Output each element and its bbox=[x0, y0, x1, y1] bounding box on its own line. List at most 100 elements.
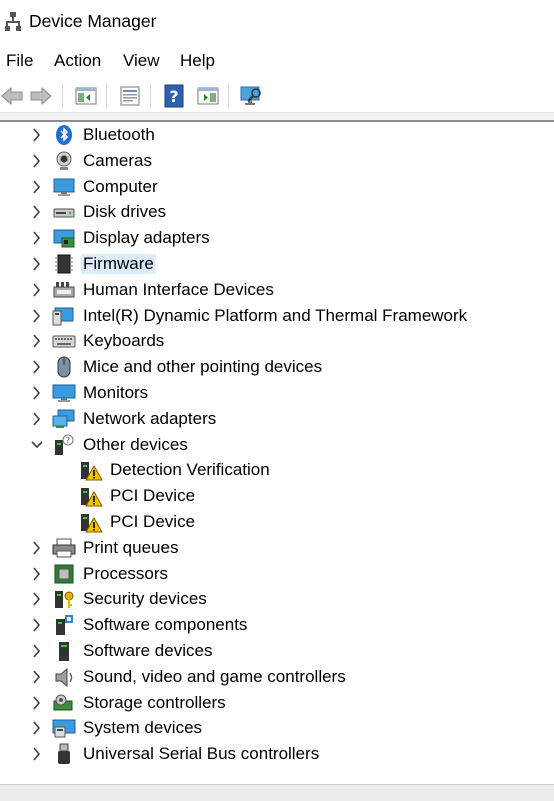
chevron-right-icon[interactable] bbox=[30, 307, 44, 325]
action-pane-button[interactable] bbox=[194, 82, 222, 110]
chevron-right-icon[interactable] bbox=[30, 719, 44, 737]
tree-category-item[interactable]: Monitors bbox=[0, 380, 554, 406]
printer-icon bbox=[52, 538, 76, 558]
forward-button[interactable] bbox=[27, 82, 55, 110]
chevron-right-icon[interactable] bbox=[30, 229, 44, 247]
show-hide-tree-button[interactable] bbox=[72, 82, 100, 110]
tree-item-label: PCI Device bbox=[110, 512, 196, 531]
forward-arrow-icon bbox=[30, 86, 52, 106]
mouse-icon bbox=[57, 356, 71, 378]
tree-item-label: Detection Verification bbox=[110, 460, 270, 479]
chevron-right-icon[interactable] bbox=[30, 565, 44, 583]
camera-icon bbox=[56, 151, 72, 170]
warning-device-icon bbox=[81, 488, 103, 507]
tree-category-item[interactable]: Firmware bbox=[0, 251, 554, 277]
intel-dptf-icon bbox=[52, 307, 74, 326]
tree-item-label: Monitors bbox=[83, 383, 149, 402]
toolbar-separator bbox=[150, 84, 151, 108]
tree-item-label: Print queues bbox=[83, 538, 179, 557]
menu-bar: File Action View Help bbox=[0, 48, 554, 76]
tree-category-item[interactable]: Network adapters bbox=[0, 406, 554, 432]
chevron-right-icon[interactable] bbox=[30, 203, 44, 221]
tree-item-label: Keyboards bbox=[83, 331, 165, 350]
chevron-right-icon[interactable] bbox=[30, 745, 44, 763]
tree-category-item[interactable]: Intel(R) Dynamic Platform and Thermal Fr… bbox=[0, 303, 554, 329]
status-bar bbox=[0, 784, 554, 801]
toolbar-separator bbox=[106, 84, 107, 108]
system-devices-icon bbox=[52, 719, 76, 738]
tree-category-item[interactable]: Computer bbox=[0, 174, 554, 200]
window-title: Device Manager bbox=[29, 11, 157, 31]
chevron-right-icon[interactable] bbox=[30, 255, 44, 273]
tree-category-item[interactable]: Disk drives bbox=[0, 199, 554, 225]
tree-category-item[interactable]: Sound, video and game controllers bbox=[0, 664, 554, 690]
scan-hardware-icon bbox=[240, 86, 261, 105]
chevron-right-icon[interactable] bbox=[30, 410, 44, 428]
monitor-icon bbox=[52, 384, 76, 402]
chevron-right-icon[interactable] bbox=[30, 642, 44, 660]
chevron-right-icon[interactable] bbox=[30, 539, 44, 557]
chevron-right-icon[interactable] bbox=[30, 694, 44, 712]
tree-item-label: Software devices bbox=[83, 641, 213, 660]
menu-action[interactable]: Action bbox=[54, 51, 101, 71]
chevron-right-icon[interactable] bbox=[30, 281, 44, 299]
tree-child-item[interactable]: Detection Verification bbox=[0, 457, 554, 483]
tree-category-item[interactable]: System devices bbox=[0, 715, 554, 741]
chevron-right-icon[interactable] bbox=[30, 358, 44, 376]
chevron-right-icon[interactable] bbox=[30, 152, 44, 170]
chevron-down-icon[interactable] bbox=[30, 436, 44, 454]
chevron-right-icon[interactable] bbox=[30, 332, 44, 350]
speaker-icon bbox=[55, 667, 73, 688]
tree-item-label: Storage controllers bbox=[83, 693, 226, 712]
tree-item-label: Cameras bbox=[83, 151, 152, 170]
tree-category-item[interactable]: Print queues bbox=[0, 535, 554, 561]
other-devices-icon: ? bbox=[55, 434, 74, 455]
tree-item-label: Sound, video and game controllers bbox=[83, 667, 346, 686]
tree-category-item[interactable]: Display adapters bbox=[0, 225, 554, 251]
computer-icon bbox=[53, 178, 75, 196]
tree-item-label: Other devices bbox=[83, 435, 188, 454]
tree-category-item[interactable]: Universal Serial Bus controllers bbox=[0, 741, 554, 767]
help-button[interactable]: ? bbox=[160, 82, 188, 110]
security-device-icon bbox=[55, 591, 74, 608]
tree-child-item[interactable]: PCI Device bbox=[0, 509, 554, 535]
menu-file[interactable]: File bbox=[6, 51, 33, 71]
usb-icon bbox=[58, 743, 70, 764]
scan-hardware-button[interactable] bbox=[238, 82, 266, 110]
tree-item-label: Processors bbox=[83, 564, 169, 583]
tree-category-item[interactable]: ? Other devices bbox=[0, 432, 554, 458]
tree-category-item[interactable]: Keyboards bbox=[0, 328, 554, 354]
chevron-right-icon[interactable] bbox=[30, 668, 44, 686]
tree-category-item[interactable]: Human Interface Devices bbox=[0, 277, 554, 303]
tree-item-label: Mice and other pointing devices bbox=[83, 357, 323, 376]
chevron-right-icon[interactable] bbox=[30, 616, 44, 634]
software-device-icon bbox=[59, 642, 69, 661]
properties-button[interactable] bbox=[116, 82, 144, 110]
chevron-right-icon[interactable] bbox=[30, 178, 44, 196]
tree-category-item[interactable]: Bluetooth bbox=[0, 122, 554, 148]
tree-category-item[interactable]: Mice and other pointing devices bbox=[0, 354, 554, 380]
toolbar-separator bbox=[228, 84, 229, 108]
tree-header-strip bbox=[0, 113, 554, 122]
back-button[interactable] bbox=[0, 82, 26, 110]
tree-category-item[interactable]: Storage controllers bbox=[0, 690, 554, 716]
menu-view[interactable]: View bbox=[123, 51, 160, 71]
disk-drive-icon bbox=[53, 208, 75, 218]
tree-item-label: System devices bbox=[83, 718, 203, 737]
tree-item-label: PCI Device bbox=[110, 486, 196, 505]
action-pane-icon bbox=[197, 87, 219, 105]
tree-child-item[interactable]: PCI Device bbox=[0, 483, 554, 509]
tree-item-label: Firmware bbox=[81, 254, 156, 274]
chevron-right-icon[interactable] bbox=[30, 590, 44, 608]
tree-category-item[interactable]: Cameras bbox=[0, 148, 554, 174]
device-tree[interactable]: Bluetooth Cameras Computer Disk drives Displ… bbox=[0, 122, 554, 782]
tree-category-item[interactable]: Processors bbox=[0, 561, 554, 587]
chevron-right-icon[interactable] bbox=[30, 384, 44, 402]
menu-help[interactable]: Help bbox=[180, 51, 215, 71]
tree-category-item[interactable]: Security devices bbox=[0, 586, 554, 612]
tree-category-item[interactable]: Software devices bbox=[0, 638, 554, 664]
tree-category-item[interactable]: Software components bbox=[0, 612, 554, 638]
chevron-right-icon[interactable] bbox=[30, 126, 44, 144]
network-adapter-icon bbox=[52, 409, 75, 428]
tree-item-label: Disk drives bbox=[83, 202, 167, 221]
